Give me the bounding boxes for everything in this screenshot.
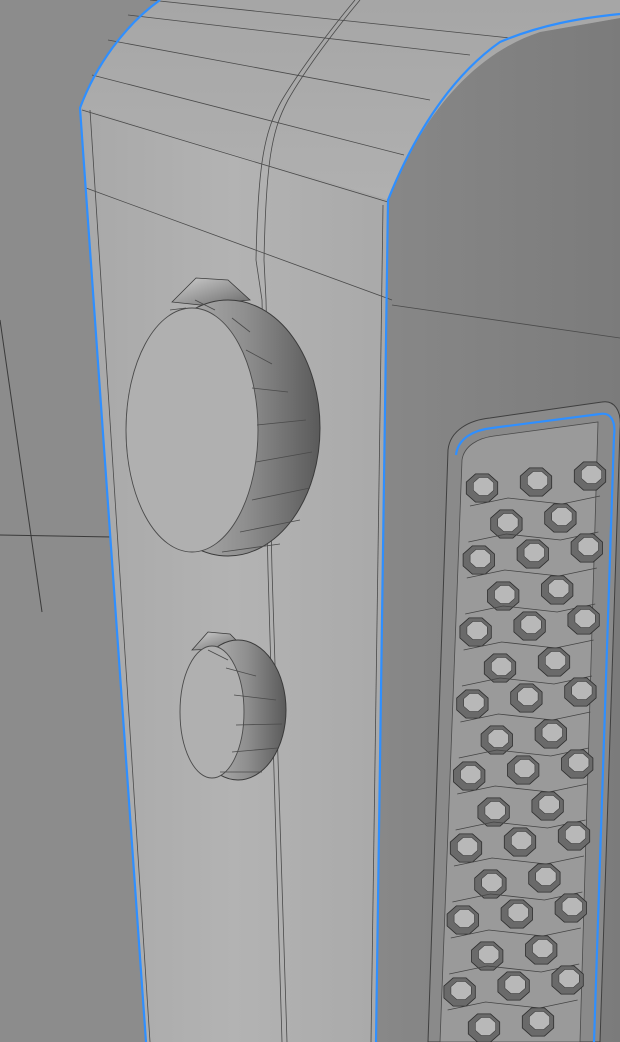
grille-bolt [521, 1007, 555, 1037]
grille-bolt [534, 719, 567, 749]
grille-bolt [573, 461, 607, 491]
grille-bolt [462, 545, 495, 575]
grille-bolt [554, 893, 587, 923]
3d-viewport[interactable] [0, 0, 620, 1042]
grille-bolt [465, 473, 499, 503]
grille-bolt [456, 689, 489, 719]
grille-bolt [557, 821, 591, 851]
grille-bolt [551, 965, 584, 995]
grille-bolt [500, 899, 533, 929]
grille-bolt [570, 533, 603, 563]
background-guides [0, 319, 113, 613]
grille-bolt [510, 683, 543, 713]
grille-bolt [503, 827, 537, 857]
grille-bolt [497, 971, 530, 1001]
speaker-grille[interactable] [427, 401, 620, 1042]
grille-bolt [561, 749, 594, 779]
viewport-scene[interactable] [0, 0, 620, 1042]
grille-bolt [513, 611, 546, 641]
speaker-grille-icon [427, 401, 620, 1042]
grille-bolt [567, 605, 600, 635]
grille-bolt [544, 503, 577, 533]
grille-bolt [519, 467, 553, 497]
grille-bolt [467, 1013, 501, 1042]
grille-bolt [525, 935, 558, 965]
grille-bolt [541, 575, 574, 605]
grille-bolt [459, 617, 492, 647]
grille-bolt [446, 905, 479, 935]
grille-bolt [516, 539, 549, 569]
grille-bolt [449, 833, 483, 863]
grille-bolt [507, 755, 540, 785]
grille-bolt [537, 647, 571, 677]
grille-bolt [564, 677, 597, 707]
grille-bolt [528, 863, 561, 893]
grille-bolt [443, 977, 476, 1007]
grille-bolt [453, 761, 486, 791]
grille-bolt [531, 791, 564, 821]
